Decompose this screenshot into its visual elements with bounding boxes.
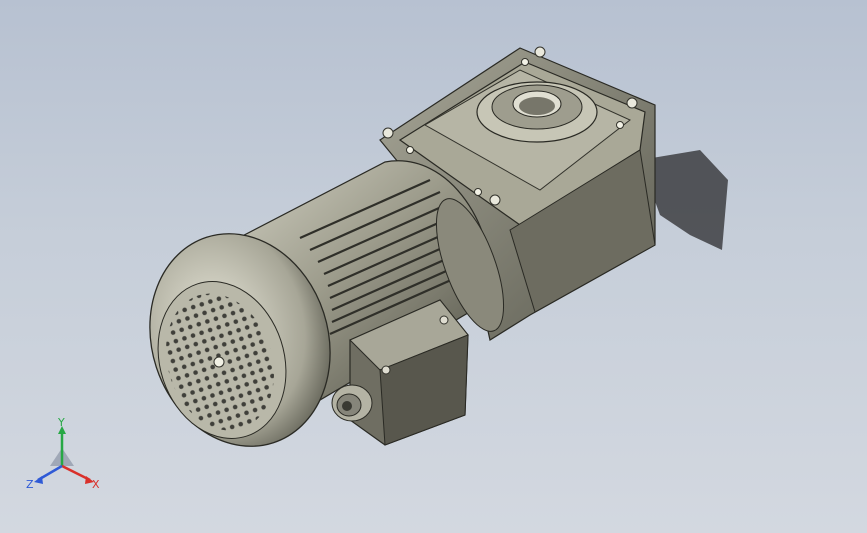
orientation-triad: Y X Z [26,418,100,491]
x-axis-label: X [92,478,100,491]
y-axis-label: Y [57,418,65,429]
z-axis-label: Z [26,478,34,491]
3d-viewport[interactable] [0,0,867,533]
cable-gland[interactable] [331,384,373,422]
